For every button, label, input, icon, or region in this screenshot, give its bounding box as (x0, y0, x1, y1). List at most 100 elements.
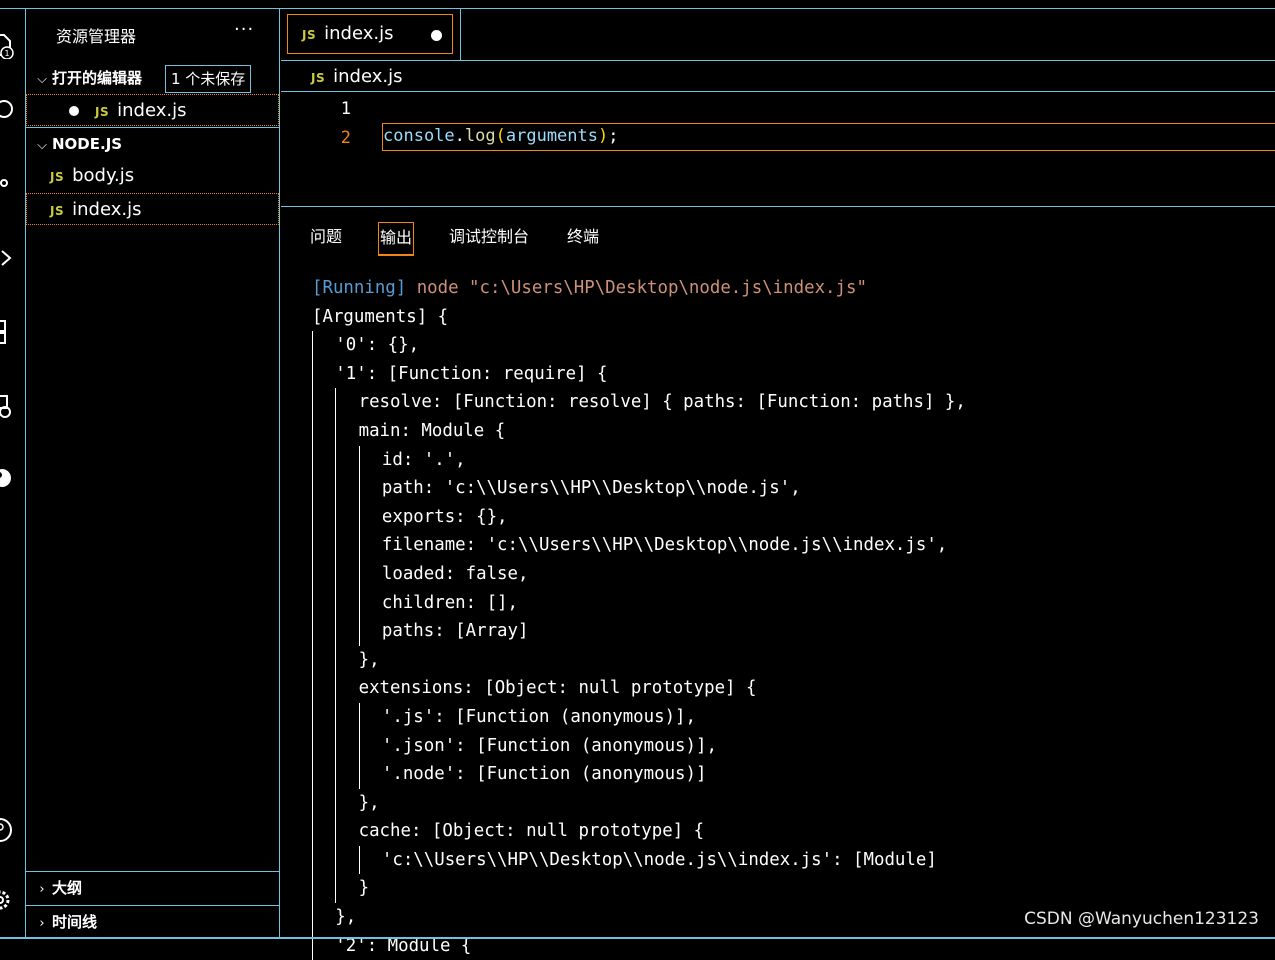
code-editor[interactable]: 1 2 console.log(arguments); (281, 93, 1275, 207)
indent-guide (335, 760, 337, 789)
output-line: children: [], (312, 588, 919, 618)
indent-guide (312, 617, 313, 646)
output-text[interactable]: [Running] node "c:\Users\HP\Desktop\node… (312, 274, 966, 960)
indent-guide (335, 674, 337, 703)
js-file-icon: JS (50, 204, 65, 218)
settings-gear-icon[interactable] (0, 885, 14, 910)
output-line: '.node': [Function (anonymous)] (312, 760, 919, 789)
indent-guide (312, 903, 313, 932)
indent-guide (312, 874, 313, 904)
indent-guide (312, 359, 313, 389)
indent-guide (358, 559, 360, 589)
file-item-body-js[interactable]: JS body.js (26, 160, 279, 192)
unsaved-dot-icon[interactable] (69, 106, 79, 116)
js-file-icon: JS (50, 170, 65, 184)
code-token: . (454, 126, 465, 146)
section-divider (26, 871, 279, 872)
indent-guide (335, 874, 337, 904)
extensions-icon[interactable] (0, 319, 14, 344)
timeline-section[interactable]: › 时间线 (26, 907, 279, 937)
tab-problems[interactable]: 问题 (310, 222, 342, 256)
code-token: log (464, 126, 496, 146)
output-line-text: cache: [Object: null prototype] { (358, 821, 705, 842)
outline-section[interactable]: › 大纲 (26, 873, 279, 903)
code-line-2[interactable]: console.log(arguments); (383, 126, 619, 146)
explorer-icon[interactable]: 1 (0, 33, 14, 59)
output-panel: 问题 输出 调试控制台 终端 [Running] node "c:\Users\… (281, 208, 1275, 960)
search-icon[interactable] (0, 99, 14, 121)
csdn-watermark: CSDN @Wanyuchen123123 (1024, 909, 1259, 929)
output-line-text: loaded: false, (381, 563, 529, 584)
output-line: '.js': [Function (anonymous)], (312, 702, 919, 732)
indent-guide (358, 474, 360, 503)
output-line-text: } (358, 878, 370, 899)
indent-guide (312, 445, 313, 475)
indent-guide (335, 559, 337, 589)
output-line-text: '.js': [Function (anonymous)], (381, 706, 696, 727)
breadcrumb-file[interactable]: index.js (333, 66, 402, 87)
indent-guide (312, 817, 313, 846)
indent-guide (312, 588, 313, 618)
tab-output[interactable]: 输出 (378, 222, 415, 256)
tab-debug-console[interactable]: 调试控制台 (449, 222, 529, 256)
unsaved-dot-icon[interactable] (431, 30, 442, 41)
output-line: } (312, 874, 919, 904)
timeline-icon[interactable] (0, 466, 14, 488)
output-line-text: '.node': [Function (anonymous)] (381, 764, 707, 785)
file-item-index-js[interactable]: JS index.js (26, 193, 279, 225)
more-actions-icon[interactable]: ··· (234, 19, 254, 40)
output-running-line: [Running] node "c:\Users\HP\Desktop\node… (312, 274, 919, 303)
open-editor-item-index-js[interactable]: JS index.js (26, 94, 279, 126)
window-top-border (0, 0, 1275, 9)
output-line: loaded: false, (312, 559, 919, 589)
indent-guide (312, 845, 313, 875)
output-line-text: exports: {}, (381, 506, 508, 527)
chevron-down-icon: ⌵ (37, 138, 47, 153)
svg-text:1: 1 (4, 49, 9, 58)
output-line-text: '0': {}, (335, 335, 420, 356)
output-line: [Arguments] { (312, 303, 919, 332)
indent-guide (358, 502, 360, 532)
output-line: '.json': [Function (anonymous)], (312, 731, 919, 761)
remote-explorer-icon[interactable] (0, 394, 14, 418)
output-line: path: 'c:\\Users\\HP\\Desktop\\node.js', (312, 474, 919, 503)
output-line-text: 'c:\\Users\\HP\\Desktop\\node.js\\index.… (381, 849, 937, 870)
output-line-text: paths: [Array] (381, 621, 529, 642)
editor-tab-index-js[interactable]: JS index.js (287, 14, 453, 54)
running-command: node "c:\Users\HP\Desktop\node.js\index.… (406, 278, 867, 298)
tab-label: index.js (324, 23, 394, 44)
indent-guide (312, 416, 313, 446)
status-bar-border (0, 937, 1275, 939)
js-file-icon: JS (302, 28, 317, 42)
open-editors-section[interactable]: ⌵ 打开的编辑器 1 个未保存 (26, 63, 279, 93)
source-control-icon[interactable] (0, 172, 14, 194)
indent-guide (312, 388, 313, 417)
run-debug-icon[interactable] (0, 247, 14, 269)
indent-guide (312, 931, 313, 960)
output-line-text: resolve: [Function: resolve] { paths: [F… (358, 392, 966, 413)
tab-divider (460, 9, 461, 60)
indent-guide (312, 645, 313, 675)
line-number-current: 2 (340, 128, 351, 148)
indent-guide (358, 731, 360, 761)
indent-guide (312, 731, 313, 761)
indent-guide (335, 588, 337, 618)
output-line: cache: [Object: null prototype] { (312, 817, 919, 846)
indent-guide (312, 502, 313, 532)
section-divider (26, 127, 279, 128)
account-icon[interactable] (0, 817, 14, 842)
indent-guide (335, 617, 337, 646)
indent-guide (312, 702, 313, 732)
folder-section-nodejs[interactable]: ⌵ NODE.JS (26, 129, 279, 159)
indent-guide (335, 474, 337, 503)
output-line-text: children: [], (381, 592, 519, 613)
output-line: extensions: [Object: null prototype] { (312, 674, 919, 703)
indent-guide (335, 645, 337, 675)
indent-guide (358, 845, 360, 875)
tab-terminal[interactable]: 终端 (567, 222, 599, 256)
output-line: filename: 'c:\\Users\\HP\\Desktop\\node.… (312, 531, 947, 560)
indent-guide (335, 445, 337, 475)
line-number: 1 (340, 99, 351, 119)
js-file-icon: JS (95, 105, 110, 119)
output-line-text: }, (335, 907, 357, 928)
